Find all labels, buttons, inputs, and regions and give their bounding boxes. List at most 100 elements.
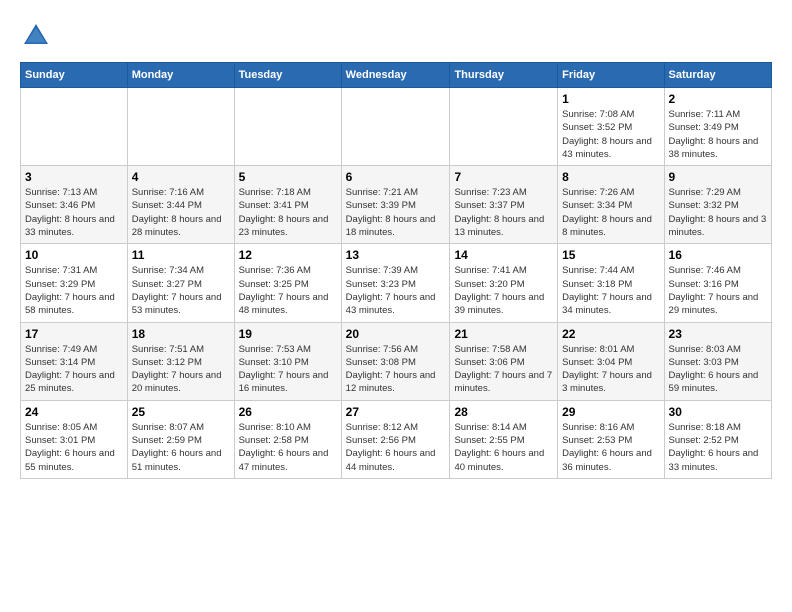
day-number: 1 <box>562 92 659 106</box>
day-info: Sunrise: 7:58 AMSunset: 3:06 PMDaylight:… <box>454 343 553 396</box>
day-info: Sunrise: 7:21 AMSunset: 3:39 PMDaylight:… <box>346 186 446 239</box>
weekday-header-tuesday: Tuesday <box>234 63 341 88</box>
calendar-cell: 15Sunrise: 7:44 AMSunset: 3:18 PMDayligh… <box>558 244 664 322</box>
calendar-cell: 25 Sunrise: 8:07 AMSunset: 2:59 PMDayligh… <box>127 400 234 478</box>
day-number: 19 <box>239 327 337 341</box>
weekday-header-friday: Friday <box>558 63 664 88</box>
calendar-cell <box>234 88 341 166</box>
logo <box>20 20 56 52</box>
day-number: 2 <box>669 92 767 106</box>
weekday-header-row: SundayMondayTuesdayWednesdayThursdayFrid… <box>21 63 772 88</box>
calendar-cell: 7Sunrise: 7:23 AMSunset: 3:37 PMDaylight… <box>450 166 558 244</box>
calendar-week-row: 24 Sunrise: 8:05 AMSunset: 3:01 PMDayligh… <box>21 400 772 478</box>
day-info: Sunrise: 8:03 AMSunset: 3:03 PMDaylight:… <box>669 343 767 396</box>
day-info: Sunrise: 7:18 AMSunset: 3:41 PMDaylight:… <box>239 186 337 239</box>
day-info: Sunrise: 7:51 AMSunset: 3:12 PMDaylight:… <box>132 343 230 396</box>
day-number: 24 <box>25 405 123 419</box>
calendar-cell: 11 Sunrise: 7:34 AMSunset: 3:27 PMDayligh… <box>127 244 234 322</box>
day-info: Sunrise: 7:44 AMSunset: 3:18 PMDaylight:… <box>562 264 659 317</box>
calendar-week-row: 1 Sunrise: 7:08 AMSunset: 3:52 PMDaylight… <box>21 88 772 166</box>
day-info: Sunrise: 8:18 AMSunset: 2:52 PMDaylight:… <box>669 421 767 474</box>
calendar-cell: 14 Sunrise: 7:41 AMSunset: 3:20 PMDayligh… <box>450 244 558 322</box>
weekday-header-sunday: Sunday <box>21 63 128 88</box>
day-number: 5 <box>239 170 337 184</box>
day-info: Sunrise: 7:39 AMSunset: 3:23 PMDaylight:… <box>346 264 446 317</box>
day-info: Sunrise: 7:31 AMSunset: 3:29 PMDaylight:… <box>25 264 123 317</box>
calendar-cell: 23 Sunrise: 8:03 AMSunset: 3:03 PMDayligh… <box>664 322 771 400</box>
calendar-cell: 18 Sunrise: 7:51 AMSunset: 3:12 PMDayligh… <box>127 322 234 400</box>
calendar-cell: 24 Sunrise: 8:05 AMSunset: 3:01 PMDayligh… <box>21 400 128 478</box>
calendar-cell: 21Sunrise: 7:58 AMSunset: 3:06 PMDayligh… <box>450 322 558 400</box>
day-number: 23 <box>669 327 767 341</box>
day-number: 29 <box>562 405 659 419</box>
calendar-cell: 30 Sunrise: 8:18 AMSunset: 2:52 PMDayligh… <box>664 400 771 478</box>
calendar-week-row: 3 Sunrise: 7:13 AMSunset: 3:46 PMDaylight… <box>21 166 772 244</box>
day-info: Sunrise: 7:26 AMSunset: 3:34 PMDaylight:… <box>562 186 659 239</box>
weekday-header-thursday: Thursday <box>450 63 558 88</box>
day-info: Sunrise: 7:08 AMSunset: 3:52 PMDaylight:… <box>562 108 659 161</box>
calendar-cell: 29 Sunrise: 8:16 AMSunset: 2:53 PMDayligh… <box>558 400 664 478</box>
calendar-cell: 13 Sunrise: 7:39 AMSunset: 3:23 PMDayligh… <box>341 244 450 322</box>
day-number: 11 <box>132 248 230 262</box>
day-number: 7 <box>454 170 553 184</box>
day-info: Sunrise: 7:53 AMSunset: 3:10 PMDaylight:… <box>239 343 337 396</box>
day-number: 22 <box>562 327 659 341</box>
day-info: Sunrise: 7:41 AMSunset: 3:20 PMDaylight:… <box>454 264 553 317</box>
day-info: Sunrise: 8:07 AMSunset: 2:59 PMDaylight:… <box>132 421 230 474</box>
calendar-cell: 12 Sunrise: 7:36 AMSunset: 3:25 PMDayligh… <box>234 244 341 322</box>
day-info: Sunrise: 7:13 AMSunset: 3:46 PMDaylight:… <box>25 186 123 239</box>
weekday-header-saturday: Saturday <box>664 63 771 88</box>
calendar-cell: 5 Sunrise: 7:18 AMSunset: 3:41 PMDaylight… <box>234 166 341 244</box>
day-number: 10 <box>25 248 123 262</box>
calendar-cell: 17 Sunrise: 7:49 AMSunset: 3:14 PMDayligh… <box>21 322 128 400</box>
logo-icon <box>20 20 52 52</box>
calendar-table: SundayMondayTuesdayWednesdayThursdayFrid… <box>20 62 772 479</box>
calendar-cell: 16 Sunrise: 7:46 AMSunset: 3:16 PMDayligh… <box>664 244 771 322</box>
day-number: 8 <box>562 170 659 184</box>
day-info: Sunrise: 8:14 AMSunset: 2:55 PMDaylight:… <box>454 421 553 474</box>
weekday-header-monday: Monday <box>127 63 234 88</box>
calendar-cell: 9Sunrise: 7:29 AMSunset: 3:32 PMDaylight… <box>664 166 771 244</box>
calendar-cell <box>341 88 450 166</box>
calendar-cell <box>127 88 234 166</box>
calendar-cell: 6 Sunrise: 7:21 AMSunset: 3:39 PMDaylight… <box>341 166 450 244</box>
header <box>20 20 772 52</box>
day-info: Sunrise: 7:34 AMSunset: 3:27 PMDaylight:… <box>132 264 230 317</box>
day-info: Sunrise: 7:36 AMSunset: 3:25 PMDaylight:… <box>239 264 337 317</box>
calendar-cell: 28 Sunrise: 8:14 AMSunset: 2:55 PMDayligh… <box>450 400 558 478</box>
calendar-cell: 22 Sunrise: 8:01 AMSunset: 3:04 PMDayligh… <box>558 322 664 400</box>
calendar-cell: 10 Sunrise: 7:31 AMSunset: 3:29 PMDayligh… <box>21 244 128 322</box>
day-number: 16 <box>669 248 767 262</box>
day-info: Sunrise: 7:16 AMSunset: 3:44 PMDaylight:… <box>132 186 230 239</box>
day-info: Sunrise: 7:11 AMSunset: 3:49 PMDaylight:… <box>669 108 767 161</box>
day-number: 6 <box>346 170 446 184</box>
day-info: Sunrise: 7:46 AMSunset: 3:16 PMDaylight:… <box>669 264 767 317</box>
calendar-week-row: 10 Sunrise: 7:31 AMSunset: 3:29 PMDayligh… <box>21 244 772 322</box>
day-number: 14 <box>454 248 553 262</box>
weekday-header-wednesday: Wednesday <box>341 63 450 88</box>
calendar-cell: 20Sunrise: 7:56 AMSunset: 3:08 PMDayligh… <box>341 322 450 400</box>
day-info: Sunrise: 8:16 AMSunset: 2:53 PMDaylight:… <box>562 421 659 474</box>
calendar-cell: 3 Sunrise: 7:13 AMSunset: 3:46 PMDaylight… <box>21 166 128 244</box>
calendar-cell <box>450 88 558 166</box>
calendar-cell: 1 Sunrise: 7:08 AMSunset: 3:52 PMDaylight… <box>558 88 664 166</box>
day-number: 3 <box>25 170 123 184</box>
day-info: Sunrise: 8:05 AMSunset: 3:01 PMDaylight:… <box>25 421 123 474</box>
page: SundayMondayTuesdayWednesdayThursdayFrid… <box>0 0 792 612</box>
day-number: 17 <box>25 327 123 341</box>
calendar-cell: 19 Sunrise: 7:53 AMSunset: 3:10 PMDayligh… <box>234 322 341 400</box>
calendar-cell: 27Sunrise: 8:12 AMSunset: 2:56 PMDayligh… <box>341 400 450 478</box>
day-info: Sunrise: 8:01 AMSunset: 3:04 PMDaylight:… <box>562 343 659 396</box>
day-number: 28 <box>454 405 553 419</box>
day-number: 18 <box>132 327 230 341</box>
day-info: Sunrise: 8:10 AMSunset: 2:58 PMDaylight:… <box>239 421 337 474</box>
day-info: Sunrise: 7:56 AMSunset: 3:08 PMDaylight:… <box>346 343 446 396</box>
day-number: 13 <box>346 248 446 262</box>
day-number: 25 <box>132 405 230 419</box>
day-number: 26 <box>239 405 337 419</box>
calendar-week-row: 17 Sunrise: 7:49 AMSunset: 3:14 PMDayligh… <box>21 322 772 400</box>
day-number: 12 <box>239 248 337 262</box>
day-number: 30 <box>669 405 767 419</box>
day-info: Sunrise: 7:29 AMSunset: 3:32 PMDaylight:… <box>669 186 767 239</box>
day-info: Sunrise: 7:49 AMSunset: 3:14 PMDaylight:… <box>25 343 123 396</box>
